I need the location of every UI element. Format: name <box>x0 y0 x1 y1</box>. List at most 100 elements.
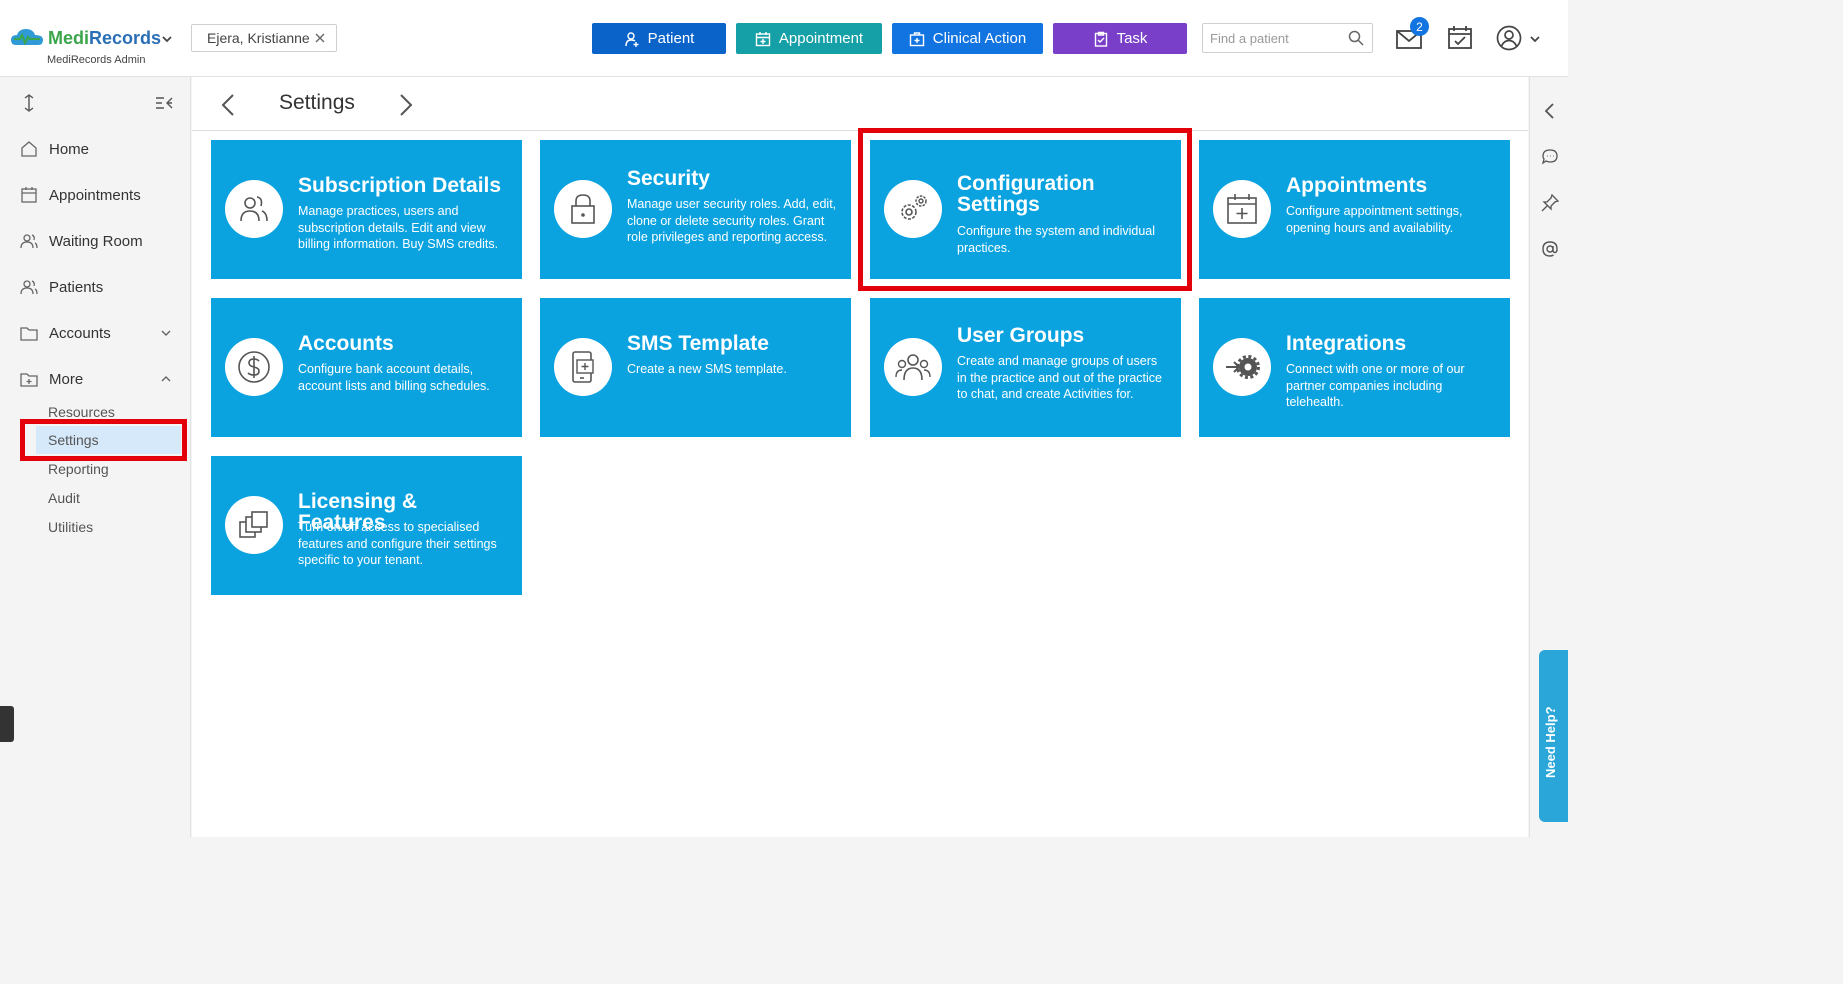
user-plus-icon <box>624 31 639 47</box>
sidebar-item-label: Patients <box>49 278 104 296</box>
clinical-action-button-label: Clinical Action <box>932 30 1027 47</box>
tile-description: Create and manage groups of users in the… <box>957 354 1162 401</box>
sidebar-item-waiting-room[interactable]: Waiting Room <box>20 229 143 253</box>
close-icon[interactable] <box>314 32 326 44</box>
new-appointment-button[interactable]: Appointment <box>736 23 882 54</box>
medical-bag-icon <box>909 31 924 46</box>
tile-icon-circle <box>225 496 283 554</box>
settings-highlight-box <box>20 419 187 461</box>
tile-icon-circle <box>225 180 283 238</box>
tile-icon-circle <box>554 338 612 396</box>
sidebar-item-label: Home <box>49 140 90 158</box>
new-task-button[interactable]: Task <box>1053 23 1187 54</box>
users-icon <box>240 196 268 222</box>
home-icon <box>21 141 37 157</box>
sidebar-subitem-utilities[interactable]: Utilities <box>48 519 93 535</box>
collapse-sidebar-icon[interactable] <box>155 94 173 112</box>
pin-icon[interactable] <box>1541 194 1559 212</box>
patient-button-label: Patient <box>647 30 695 47</box>
tile-user-groups[interactable]: User Groups Create and manage groups of … <box>870 298 1181 437</box>
tile-title: User Groups <box>957 324 1085 347</box>
tile-sms-template[interactable]: SMS Template Create a new SMS template. <box>540 298 851 437</box>
top-bar: MediRecords MediRecords Admin Ejera, Kri… <box>0 0 1568 77</box>
chat-icon[interactable] <box>1541 148 1559 166</box>
tile-title: Subscription Details <box>298 174 502 197</box>
tile-licensing-features[interactable]: Licensing & Features Turn on/off access … <box>211 456 522 595</box>
layers-icon <box>239 511 268 538</box>
sidebar-item-label: Appointments <box>49 186 141 204</box>
tile-description: Configure appointment settings, opening … <box>1286 204 1463 235</box>
brand-logo[interactable]: MediRecords <box>10 27 161 49</box>
phone-plus-icon <box>572 351 594 383</box>
tile-description: Create a new SMS template. <box>627 362 787 376</box>
clipboard-check-icon <box>1094 31 1107 47</box>
user-account-icon[interactable] <box>1496 25 1522 51</box>
tile-title: SMS Template <box>627 332 769 355</box>
patient-search-input[interactable] <box>1203 24 1338 52</box>
current-patient-name: Ejera, Kristianne <box>207 30 310 46</box>
tile-description: Connect with one or more of our partner … <box>1286 362 1465 409</box>
sidebar-item-appointments[interactable]: Appointments <box>20 183 141 207</box>
tile-accounts[interactable]: Accounts Configure bank account details,… <box>211 298 522 437</box>
chevron-up-icon[interactable] <box>159 372 173 386</box>
sidebar-subitem-audit[interactable]: Audit <box>48 490 80 506</box>
chevron-down-icon[interactable] <box>159 326 173 340</box>
sidebar-item-label: Waiting Room <box>49 232 143 250</box>
cloud-logo-icon <box>11 29 43 46</box>
search-icon[interactable] <box>1348 30 1364 46</box>
current-patient-chip[interactable]: Ejera, Kristianne <box>191 24 337 52</box>
tile-description: Configure bank account details, account … <box>298 362 490 393</box>
sidebar-item-label: Accounts <box>49 324 111 342</box>
task-button-label: Task <box>1116 30 1148 47</box>
calendar-plus-icon <box>1227 194 1257 224</box>
new-patient-button[interactable]: Patient <box>592 23 726 54</box>
calendar-icon <box>21 187 37 203</box>
clinical-action-button[interactable]: Clinical Action <box>892 23 1043 54</box>
tile-subscription-details[interactable]: Subscription Details Manage practices, u… <box>211 140 522 279</box>
tile-title: Security <box>627 167 710 190</box>
tile-appointments[interactable]: Appointments Configure appointment setti… <box>1199 140 1510 279</box>
tile-icon-circle <box>225 338 283 396</box>
tile-integrations[interactable]: Integrations Connect with one or more of… <box>1199 298 1510 437</box>
sidebar-item-accounts[interactable]: Accounts <box>20 321 111 345</box>
user-group-icon <box>895 354 931 381</box>
page-title: Settings <box>279 91 355 114</box>
tile-security[interactable]: Security Manage user security roles. Add… <box>540 140 851 279</box>
sidebar-item-more[interactable]: More <box>20 367 83 391</box>
tile-description: Manage practices, users and subscription… <box>298 204 499 251</box>
lock-icon <box>571 194 595 224</box>
configuration-highlight-box <box>858 128 1192 291</box>
integration-gear-icon <box>1226 355 1260 379</box>
sidebar: Home Appointments Waiting Room Patients … <box>0 77 191 837</box>
mention-icon[interactable] <box>1541 240 1559 258</box>
chevron-right-icon[interactable] <box>397 93 415 117</box>
tile-description: Turn on/off access to specialised featur… <box>298 520 497 567</box>
sidebar-subitem-reporting[interactable]: Reporting <box>48 461 109 477</box>
chevron-down-icon[interactable] <box>1528 32 1542 46</box>
need-help-label: Need Help? <box>1543 706 1558 778</box>
sidebar-item-label: More <box>49 370 84 388</box>
chevron-left-icon[interactable] <box>219 93 237 117</box>
brand-subtitle: MediRecords Admin <box>47 54 146 66</box>
side-drawer-tab[interactable] <box>0 706 14 742</box>
brand-name: MediRecords <box>48 27 162 48</box>
appointment-button-label: Appointment <box>778 30 864 47</box>
sidebar-item-home[interactable]: Home <box>20 137 89 161</box>
tile-description: Manage user security roles. Add, edit, c… <box>627 197 837 244</box>
tile-icon-circle <box>1213 180 1271 238</box>
tile-title: Accounts <box>298 332 394 355</box>
mail-count-badge: 2 <box>1410 17 1429 36</box>
dollar-icon <box>238 351 270 383</box>
chevron-down-icon[interactable] <box>160 32 174 46</box>
calendar-check-icon[interactable] <box>1447 25 1473 51</box>
expand-vertical-icon[interactable] <box>20 94 38 112</box>
users-icon <box>20 234 38 249</box>
folder-plus-icon <box>20 373 38 387</box>
folder-icon <box>20 327 38 341</box>
sidebar-item-patients[interactable]: Patients <box>20 275 103 299</box>
sidebar-subitem-resources[interactable]: Resources <box>48 404 115 420</box>
patient-search <box>1202 23 1373 53</box>
chevron-left-icon[interactable] <box>1541 102 1559 120</box>
tile-icon-circle <box>554 180 612 238</box>
tile-title: Appointments <box>1286 174 1428 197</box>
